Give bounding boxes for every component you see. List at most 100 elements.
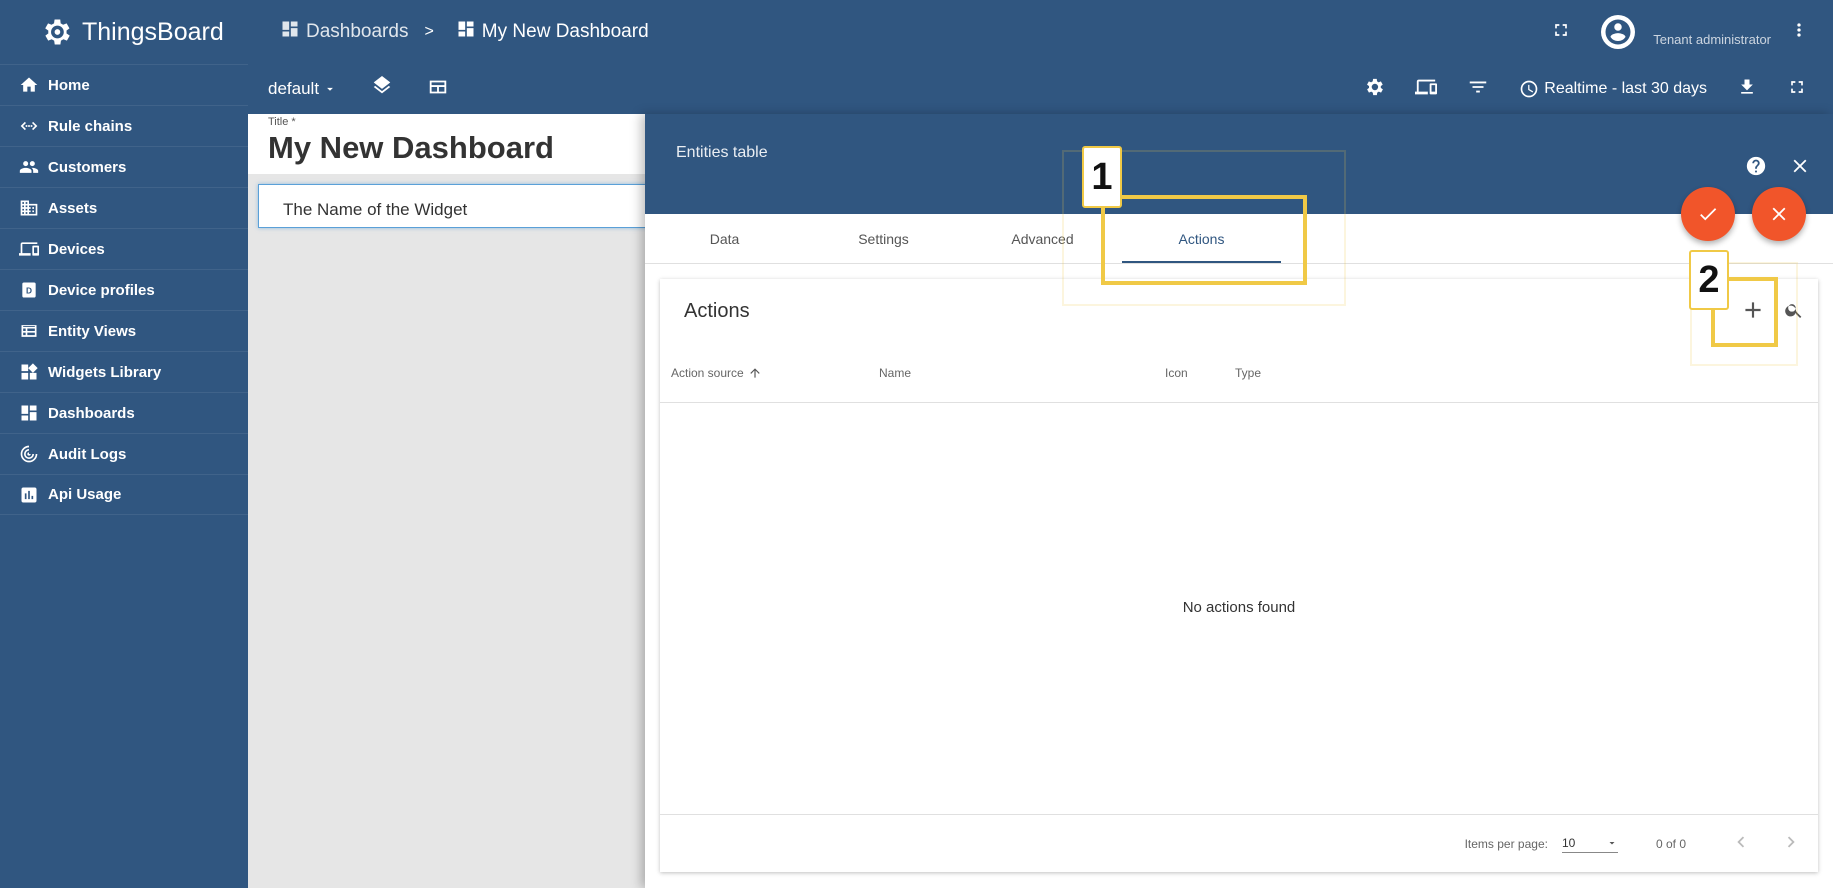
filter-icon[interactable] — [1467, 76, 1489, 103]
sidebar-item-audit-logs[interactable]: Audit Logs — [0, 433, 248, 474]
sidebar-item-customers[interactable]: Customers — [0, 146, 248, 187]
app-name: ThingsBoard — [82, 17, 224, 46]
api-usage-icon — [18, 484, 40, 506]
sidebar-item-label: Assets — [48, 199, 98, 217]
empty-state-text: No actions found — [1182, 599, 1296, 616]
help-icon[interactable] — [1745, 155, 1767, 182]
sidebar-item-entity-views[interactable]: Entity Views — [0, 310, 248, 351]
user-role: Tenant administrator — [1653, 31, 1771, 47]
sidebar-item-label: Widgets Library — [48, 363, 162, 381]
apply-changes-button[interactable] — [1681, 187, 1735, 241]
column-icon[interactable]: Icon — [1165, 366, 1235, 380]
sidebar-item-devices[interactable]: Devices — [0, 228, 248, 269]
breadcrumb-current: My New Dashboard — [456, 19, 649, 45]
dashboard-icon — [456, 19, 476, 45]
sidebar-item-label: Api Usage — [48, 486, 122, 503]
page-size-select[interactable]: 10 — [1561, 834, 1618, 853]
sidebar-item-label: Device profiles — [48, 281, 155, 299]
close-icon[interactable] — [1789, 155, 1811, 182]
sidebar-item-dashboards[interactable]: Dashboards — [0, 392, 248, 433]
layouts-icon[interactable] — [427, 76, 449, 103]
previous-page-button[interactable] — [1730, 831, 1752, 856]
column-name[interactable]: Name — [879, 366, 1165, 380]
state-select-value: default — [268, 79, 320, 98]
page-size-value: 10 — [1561, 836, 1576, 850]
dashboards-icon — [280, 19, 300, 45]
settings-icon[interactable] — [1363, 76, 1385, 103]
dashboards-icon — [18, 402, 40, 424]
actions-table: Actions Action source Name Icon Type No … — [660, 279, 1818, 872]
customers-icon — [18, 156, 40, 178]
device-profiles-icon: D — [18, 279, 40, 301]
svg-text:D: D — [26, 285, 32, 295]
state-select[interactable]: default — [268, 79, 337, 99]
dashboard-toolbar: default Realtime - last 30 days — [248, 64, 1833, 114]
sidebar-item-rule-chains[interactable]: Rule chains — [0, 105, 248, 146]
download-icon[interactable] — [1737, 77, 1757, 102]
sidebar-item-label: Entity Views — [48, 322, 137, 340]
fullscreen-icon[interactable] — [1787, 77, 1807, 102]
sidebar: ThingsBoard Home Rule chains Customers A… — [0, 0, 248, 888]
dropdown-arrow-icon — [327, 87, 333, 91]
column-type[interactable]: Type — [1235, 366, 1261, 380]
breadcrumb-current-label: My New Dashboard — [481, 21, 649, 42]
breadcrumb-parent-label: Dashboards — [306, 21, 409, 42]
sidebar-item-label: Rule chains — [48, 117, 133, 135]
top-bar-actions: Tenant administrator — [1551, 0, 1809, 64]
column-label: Icon — [1165, 365, 1188, 380]
actions-table-title: Actions — [684, 299, 750, 322]
app-logo[interactable]: ThingsBoard — [0, 0, 248, 64]
thingsboard-logo-icon — [38, 14, 74, 50]
dashboard-title[interactable]: My New Dashboard — [268, 130, 626, 166]
tab-data[interactable]: Data — [645, 214, 804, 263]
column-label: Action source — [671, 365, 744, 380]
sidebar-item-assets[interactable]: Assets — [0, 187, 248, 228]
breadcrumb-dashboards[interactable]: Dashboards — [280, 19, 408, 45]
callout-highlight-actions-tab — [1101, 195, 1307, 285]
check-icon — [1700, 208, 1717, 221]
page-range: 0 of 0 — [1655, 836, 1686, 851]
next-page-button[interactable] — [1780, 831, 1802, 856]
entity-views-icon — [18, 320, 40, 342]
column-action-source[interactable]: Action source — [671, 366, 879, 380]
sidebar-item-label: Devices — [48, 240, 105, 258]
user-avatar-icon[interactable] — [1601, 15, 1636, 49]
dropdown-arrow-icon — [1609, 842, 1615, 845]
sidebar-item-widgets-library[interactable]: Widgets Library — [0, 351, 248, 392]
paginator: Items per page: 10 0 of 0 — [660, 814, 1818, 872]
sidebar-item-home[interactable]: Home — [0, 64, 248, 105]
tab-settings[interactable]: Settings — [804, 214, 963, 263]
editor-title: Entities table — [676, 144, 768, 161]
items-per-page-label: Items per page: — [1464, 836, 1548, 851]
rule-chains-icon — [18, 115, 40, 137]
sidebar-item-api-usage[interactable]: Api Usage — [0, 474, 248, 515]
widgets-library-icon — [18, 361, 40, 383]
close-icon — [1772, 207, 1786, 221]
assets-icon — [18, 197, 40, 219]
title-field-label: Title * — [268, 116, 296, 128]
timewindow-button[interactable]: Realtime - last 30 days — [1519, 79, 1707, 99]
column-label: Name — [879, 365, 912, 380]
callout-badge-2: 2 — [1689, 250, 1729, 310]
entity-aliases-icon[interactable] — [1415, 76, 1438, 103]
home-icon — [18, 74, 40, 96]
widget-title-field[interactable]: The Name of the Widget — [258, 184, 658, 228]
breadcrumb-separator: > — [424, 23, 434, 40]
dashboard-title-field[interactable]: Title * My New Dashboard — [248, 114, 646, 174]
sidebar-item-label: Audit Logs — [48, 445, 127, 463]
decline-changes-button[interactable] — [1752, 187, 1806, 241]
layers-icon[interactable] — [371, 75, 393, 103]
more-vert-icon[interactable] — [1789, 20, 1809, 45]
sidebar-item-label: Home — [48, 76, 90, 94]
chevron-left-icon — [1737, 836, 1745, 848]
timewindow-label: Realtime - last 30 days — [1544, 80, 1707, 97]
chevron-right-icon — [1787, 836, 1795, 848]
actions-table-columns: Action source Name Icon Type — [660, 343, 1818, 403]
devices-icon — [18, 238, 40, 260]
fullscreen-icon[interactable] — [1551, 20, 1571, 45]
sort-arrow-up-icon — [750, 367, 760, 378]
top-bar: Dashboards > My New Dashboard Tenant adm… — [248, 0, 1833, 64]
sidebar-item-device-profiles[interactable]: D Device profiles — [0, 269, 248, 310]
dashboard-area: Title * My New Dashboard The Name of the… — [248, 114, 658, 888]
column-label: Type — [1235, 365, 1262, 380]
